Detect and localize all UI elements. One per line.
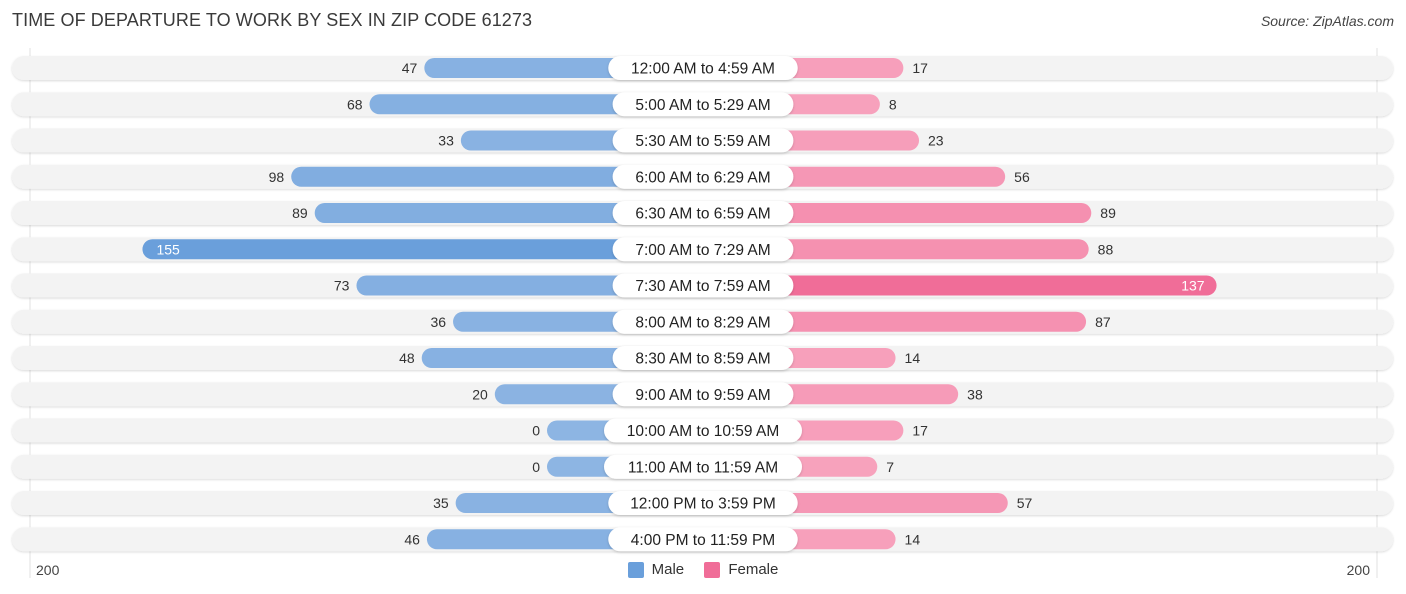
male-value-label: 98	[269, 169, 285, 185]
female-value-label: 14	[905, 350, 921, 366]
male-value-label: 0	[532, 423, 540, 439]
chart-row: 9:00 AM to 9:59 AM 20 38	[12, 382, 1393, 407]
male-value-label: 155	[156, 241, 180, 257]
category-label: 6:00 AM to 6:29 AM	[635, 169, 770, 186]
legend-label-male: Male	[651, 561, 685, 578]
male-value-label: 33	[438, 133, 454, 149]
female-value-label: 137	[1181, 278, 1205, 294]
chart-row: 8:00 AM to 8:29 AM 36 87	[12, 309, 1393, 334]
male-value-label: 36	[430, 314, 446, 330]
male-value-label: 68	[347, 96, 363, 112]
female-value-label: 8	[889, 96, 897, 112]
category-label: 12:00 PM to 3:59 PM	[630, 496, 776, 513]
male-value-label: 0	[532, 459, 540, 475]
chart-row: 12:00 PM to 3:59 PM 35 57	[12, 491, 1393, 515]
female-value-label: 38	[967, 386, 983, 402]
category-label: 10:00 AM to 10:59 AM	[627, 423, 780, 440]
category-label: 5:30 AM to 5:59 AM	[635, 133, 770, 150]
male-value-label: 89	[292, 205, 308, 221]
chart-row: 4:00 PM to 11:59 PM 46 14	[12, 527, 1393, 552]
female-value-label: 14	[905, 531, 921, 547]
female-value-label: 57	[1017, 495, 1033, 511]
chart-row: 7:00 AM to 7:29 AM 155 88	[12, 237, 1393, 262]
legend-swatch-female	[704, 561, 721, 578]
category-label: 7:30 AM to 7:59 AM	[635, 278, 770, 295]
category-label: 7:00 AM to 7:29 AM	[635, 242, 770, 259]
legend-label-female: Female	[728, 561, 779, 578]
male-value-label: 73	[334, 278, 350, 294]
male-value-label: 46	[404, 531, 420, 547]
category-label: 4:00 PM to 11:59 PM	[631, 532, 775, 549]
category-label: 5:00 AM to 5:29 AM	[635, 97, 770, 114]
male-value-label: 35	[433, 495, 449, 511]
category-label: 12:00 AM to 4:59 AM	[631, 61, 775, 78]
chart-row: 7:30 AM to 7:59 AM 73 137	[12, 273, 1393, 298]
female-value-label: 56	[1014, 169, 1030, 185]
chart-row: 12:00 AM to 4:59 AM 47 17	[12, 56, 1393, 80]
category-label: 8:00 AM to 8:29 AM	[635, 314, 770, 331]
chart-area: 12:00 AM to 4:59 AM 47 17 5:00 AM to 5:29 A…	[12, 48, 1393, 578]
chart-row: 6:00 AM to 6:29 AM 98 56	[12, 164, 1393, 189]
female-value-label: 23	[928, 133, 944, 149]
male-value-label: 47	[402, 60, 418, 76]
female-value-label: 17	[912, 423, 928, 439]
chart-row: 8:30 AM to 8:59 AM 48 14	[12, 346, 1393, 370]
chart-row: 10:00 AM to 10:59 AM 0 17	[12, 418, 1393, 443]
category-label: 11:00 AM to 11:59 AM	[628, 459, 778, 476]
female-value-label: 88	[1098, 241, 1114, 257]
legend: Male Female	[0, 561, 1406, 582]
category-label: 8:30 AM to 8:59 AM	[635, 351, 770, 368]
chart-row: 6:30 AM to 6:59 AM 89 89	[12, 201, 1393, 225]
category-label: 6:30 AM to 6:59 AM	[635, 206, 770, 223]
female-value-label: 17	[912, 60, 928, 76]
legend-item-female[interactable]: Female	[704, 561, 778, 578]
female-value-label: 87	[1095, 314, 1111, 330]
male-value-label: 20	[472, 386, 488, 402]
category-label: 9:00 AM to 9:59 AM	[635, 387, 770, 404]
male-value-label: 48	[399, 350, 415, 366]
female-value-label: 89	[1100, 205, 1116, 221]
legend-swatch-male	[627, 561, 644, 578]
chart-row: 5:30 AM to 5:59 AM 33 23	[12, 128, 1393, 153]
legend-item-male[interactable]: Male	[627, 561, 685, 578]
chart-row: 11:00 AM to 11:59 AM 0 7	[12, 454, 1393, 479]
chart-row: 5:00 AM to 5:29 AM 68 8	[12, 92, 1393, 117]
female-value-label: 7	[886, 459, 894, 475]
